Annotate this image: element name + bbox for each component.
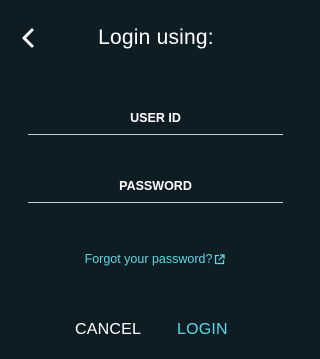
user-id-input[interactable]: [28, 130, 283, 135]
password-label: PASSWORD: [119, 179, 192, 193]
password-input[interactable]: [28, 198, 283, 203]
external-link-icon: [215, 254, 226, 265]
page-title: Login using:: [98, 26, 214, 49]
login-button[interactable]: LOGIN: [177, 320, 228, 340]
password-field: PASSWORD: [28, 178, 283, 203]
login-screen: Login using: USER ID PASSWORD Forgot you…: [0, 0, 314, 359]
forgot-password-label: Forgot your password?: [84, 252, 213, 266]
cancel-button[interactable]: CANCEL: [75, 320, 141, 340]
forgot-password-link[interactable]: Forgot your password?: [0, 251, 310, 267]
user-id-label: USER ID: [130, 111, 181, 125]
user-id-field: USER ID: [28, 110, 283, 135]
